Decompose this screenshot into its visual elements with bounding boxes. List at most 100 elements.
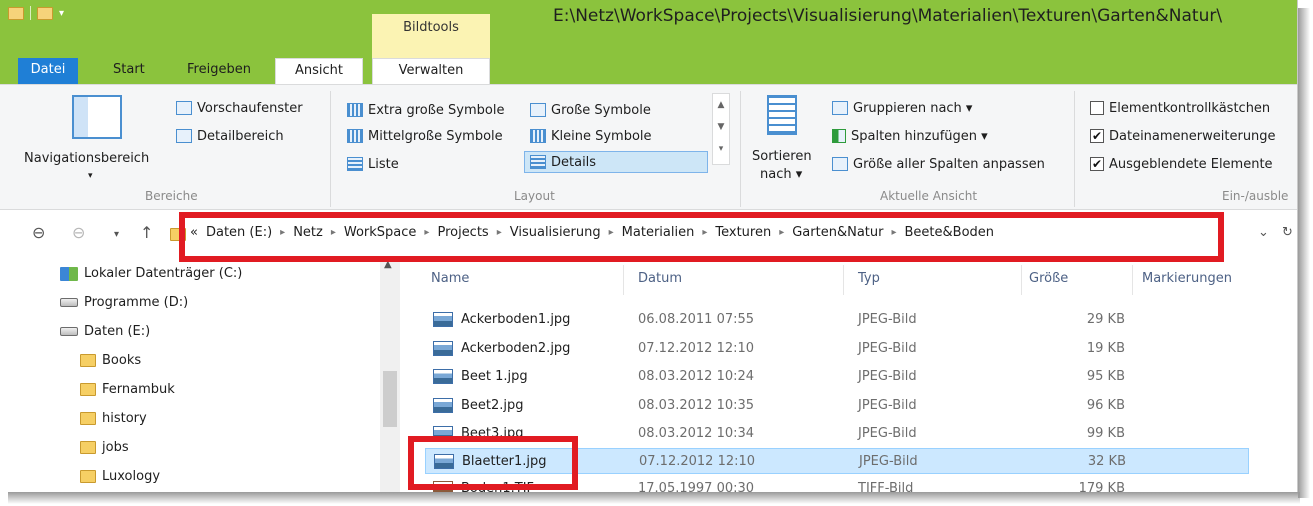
qat-dropdown-icon[interactable]: ▾	[59, 8, 64, 19]
group-by-button[interactable]: Gruppieren nach ▾	[832, 97, 972, 119]
file-date: 07.12.2012 12:10	[638, 341, 755, 356]
scroll-up-icon[interactable]: ▲	[384, 259, 392, 270]
file-type: JPEG-Bild	[858, 398, 917, 413]
file-name: Boden1.TIF	[461, 481, 535, 492]
tree-item-folder[interactable]: Luxology	[80, 469, 160, 484]
breadcrumb-item[interactable]: Visualisierung	[510, 225, 601, 240]
tree-item-drive-c[interactable]: Lokaler Datenträger (C:)	[60, 266, 242, 281]
forward-arrow-icon[interactable]: ⊖	[72, 223, 85, 242]
add-columns-icon	[832, 129, 846, 143]
column-header-name[interactable]: Name	[431, 271, 469, 286]
chevron-right-icon[interactable]: ▸	[497, 227, 502, 238]
navigation-pane-icon[interactable]	[72, 95, 122, 139]
tree-item-folder[interactable]: history	[80, 411, 147, 426]
scrollbar-thumb[interactable]	[383, 371, 397, 427]
chevron-right-icon[interactable]: ▸	[702, 227, 707, 238]
layout-medium-icons[interactable]: Mittelgroße Symbole	[347, 125, 503, 147]
add-columns-button[interactable]: Spalten hinzufügen ▾	[832, 125, 988, 147]
chevron-right-icon[interactable]: ▸	[331, 227, 336, 238]
folder-icon[interactable]	[8, 6, 24, 20]
column-header-type[interactable]: Typ	[858, 271, 880, 286]
breadcrumb-item[interactable]: Beete&Boden	[905, 225, 995, 240]
table-row[interactable]: Beet3.jpg 08.03.2012 10:34 JPEG-Bild 99 …	[425, 421, 1249, 447]
layout-gallery-scroll[interactable]: ▲ ▼ ▾	[712, 93, 730, 165]
breadcrumb-item[interactable]: Daten (E:)	[206, 225, 272, 240]
table-row[interactable]: Beet 1.jpg 08.03.2012 10:24 JPEG-Bild 95…	[425, 364, 1249, 390]
add-columns-label: Spalten hinzufügen ▾	[851, 128, 988, 144]
tab-start[interactable]: Start	[103, 58, 155, 84]
table-row-selected[interactable]: Blaetter1.jpg 07.12.2012 12:10 JPEG-Bild…	[425, 448, 1249, 474]
file-size: 95 KB	[1086, 369, 1125, 384]
item-checkboxes-checkbox[interactable]	[1090, 101, 1104, 115]
breadcrumb-overflow[interactable]: «	[190, 225, 198, 240]
column-header-tags[interactable]: Markierungen	[1142, 271, 1232, 286]
column-header-size[interactable]: Größe	[1029, 271, 1068, 286]
folder-icon	[80, 354, 96, 367]
back-arrow-icon[interactable]: ⊖	[32, 223, 45, 242]
tree-item-drive-e[interactable]: Daten (E:)	[60, 324, 150, 339]
tree-item-folder[interactable]: jobs	[80, 440, 129, 455]
item-checkboxes-toggle[interactable]: Elementkontrollkästchen	[1090, 97, 1270, 119]
navigation-pane-button[interactable]: Navigationsbereich	[24, 147, 149, 169]
chevron-right-icon[interactable]: ▸	[609, 227, 614, 238]
folder-icon	[80, 441, 96, 454]
size-all-columns-button[interactable]: Größe aller Spalten anpassen	[832, 153, 1045, 175]
file-extensions-checkbox[interactable]: ✔	[1090, 129, 1104, 143]
layout-list[interactable]: Liste	[347, 153, 399, 175]
recent-locations-icon[interactable]: ▾	[114, 229, 119, 240]
jpeg-file-icon	[433, 369, 453, 384]
tab-manage[interactable]: Verwalten	[372, 58, 490, 84]
breadcrumb-item[interactable]: Projects	[437, 225, 488, 240]
column-divider[interactable]	[1021, 265, 1022, 295]
tree-item-folder[interactable]: Fernambuk	[80, 382, 175, 397]
hidden-items-checkbox[interactable]: ✔	[1090, 157, 1104, 171]
layout-small-icons[interactable]: Kleine Symbole	[530, 125, 652, 147]
column-divider[interactable]	[623, 265, 624, 295]
address-dropdown-icon[interactable]: ⌄	[1258, 225, 1269, 240]
layout-large-icons[interactable]: Große Symbole	[530, 99, 651, 121]
tab-view[interactable]: Ansicht	[275, 58, 363, 84]
sort-by-icon[interactable]	[767, 95, 797, 135]
navigation-pane-dropdown-icon[interactable]: ▾	[88, 165, 93, 187]
tab-file[interactable]: Datei	[18, 58, 78, 84]
breadcrumb-item[interactable]: Netz	[293, 225, 323, 240]
chevron-right-icon[interactable]: ▸	[779, 227, 784, 238]
drive-icon	[60, 266, 78, 281]
tree-item-folder[interactable]: Books	[80, 353, 141, 368]
chevron-right-icon[interactable]: ▸	[280, 227, 285, 238]
tree-item-label: Lokaler Datenträger (C:)	[84, 266, 243, 281]
hidden-items-toggle[interactable]: ✔ Ausgeblendete Elemente	[1090, 153, 1273, 175]
navigation-pane-scrollbar[interactable]: ▲	[380, 257, 400, 492]
table-row[interactable]: Boden1.TIF 17.05.1997 00:30 TIFF-Bild 17…	[425, 476, 1249, 492]
file-size: 19 KB	[1086, 341, 1125, 356]
refresh-icon[interactable]: ↻	[1282, 225, 1293, 240]
tab-share[interactable]: Freigeben	[177, 58, 261, 84]
group-label-layout: Layout	[514, 189, 555, 203]
preview-pane-button[interactable]: Vorschaufenster	[176, 97, 303, 119]
chevron-right-icon[interactable]: ▸	[891, 227, 896, 238]
breadcrumb-item[interactable]: Materialien	[622, 225, 695, 240]
context-tab-label: Bildtools	[403, 20, 459, 35]
layout-extra-large-icons[interactable]: Extra große Symbole	[347, 99, 504, 121]
jpeg-file-icon	[433, 312, 453, 327]
new-folder-icon[interactable]	[37, 6, 53, 20]
chevron-right-icon[interactable]: ▸	[424, 227, 429, 238]
table-row[interactable]: Ackerboden2.jpg 07.12.2012 12:10 JPEG-Bi…	[425, 336, 1249, 362]
ribbon-tabs: Datei Start Freigeben Ansicht Verwalten	[0, 58, 1297, 84]
breadcrumb-item[interactable]: WorkSpace	[344, 225, 417, 240]
table-row[interactable]: Beet2.jpg 08.03.2012 10:35 JPEG-Bild 96 …	[425, 393, 1249, 419]
column-divider[interactable]	[1132, 265, 1133, 295]
column-header-date[interactable]: Datum	[638, 271, 682, 286]
layout-details[interactable]: Details	[524, 151, 708, 173]
file-extensions-toggle[interactable]: ✔ Dateinamenerweiterunge	[1090, 125, 1276, 147]
breadcrumb-item[interactable]: Texturen	[715, 225, 771, 240]
file-type: JPEG-Bild	[858, 341, 917, 356]
sort-by-dropdown[interactable]: nach ▾	[760, 163, 802, 185]
up-arrow-icon[interactable]: ↑	[140, 223, 153, 242]
details-pane-button[interactable]: Detailbereich	[176, 125, 284, 147]
breadcrumb-item[interactable]: Garten&Natur	[792, 225, 883, 240]
tree-item-drive-d[interactable]: Programme (D:)	[60, 295, 188, 310]
table-row[interactable]: Ackerboden1.jpg 06.08.2011 07:55 JPEG-Bi…	[425, 307, 1249, 333]
folder-icon	[170, 228, 186, 241]
column-divider[interactable]	[843, 265, 844, 295]
